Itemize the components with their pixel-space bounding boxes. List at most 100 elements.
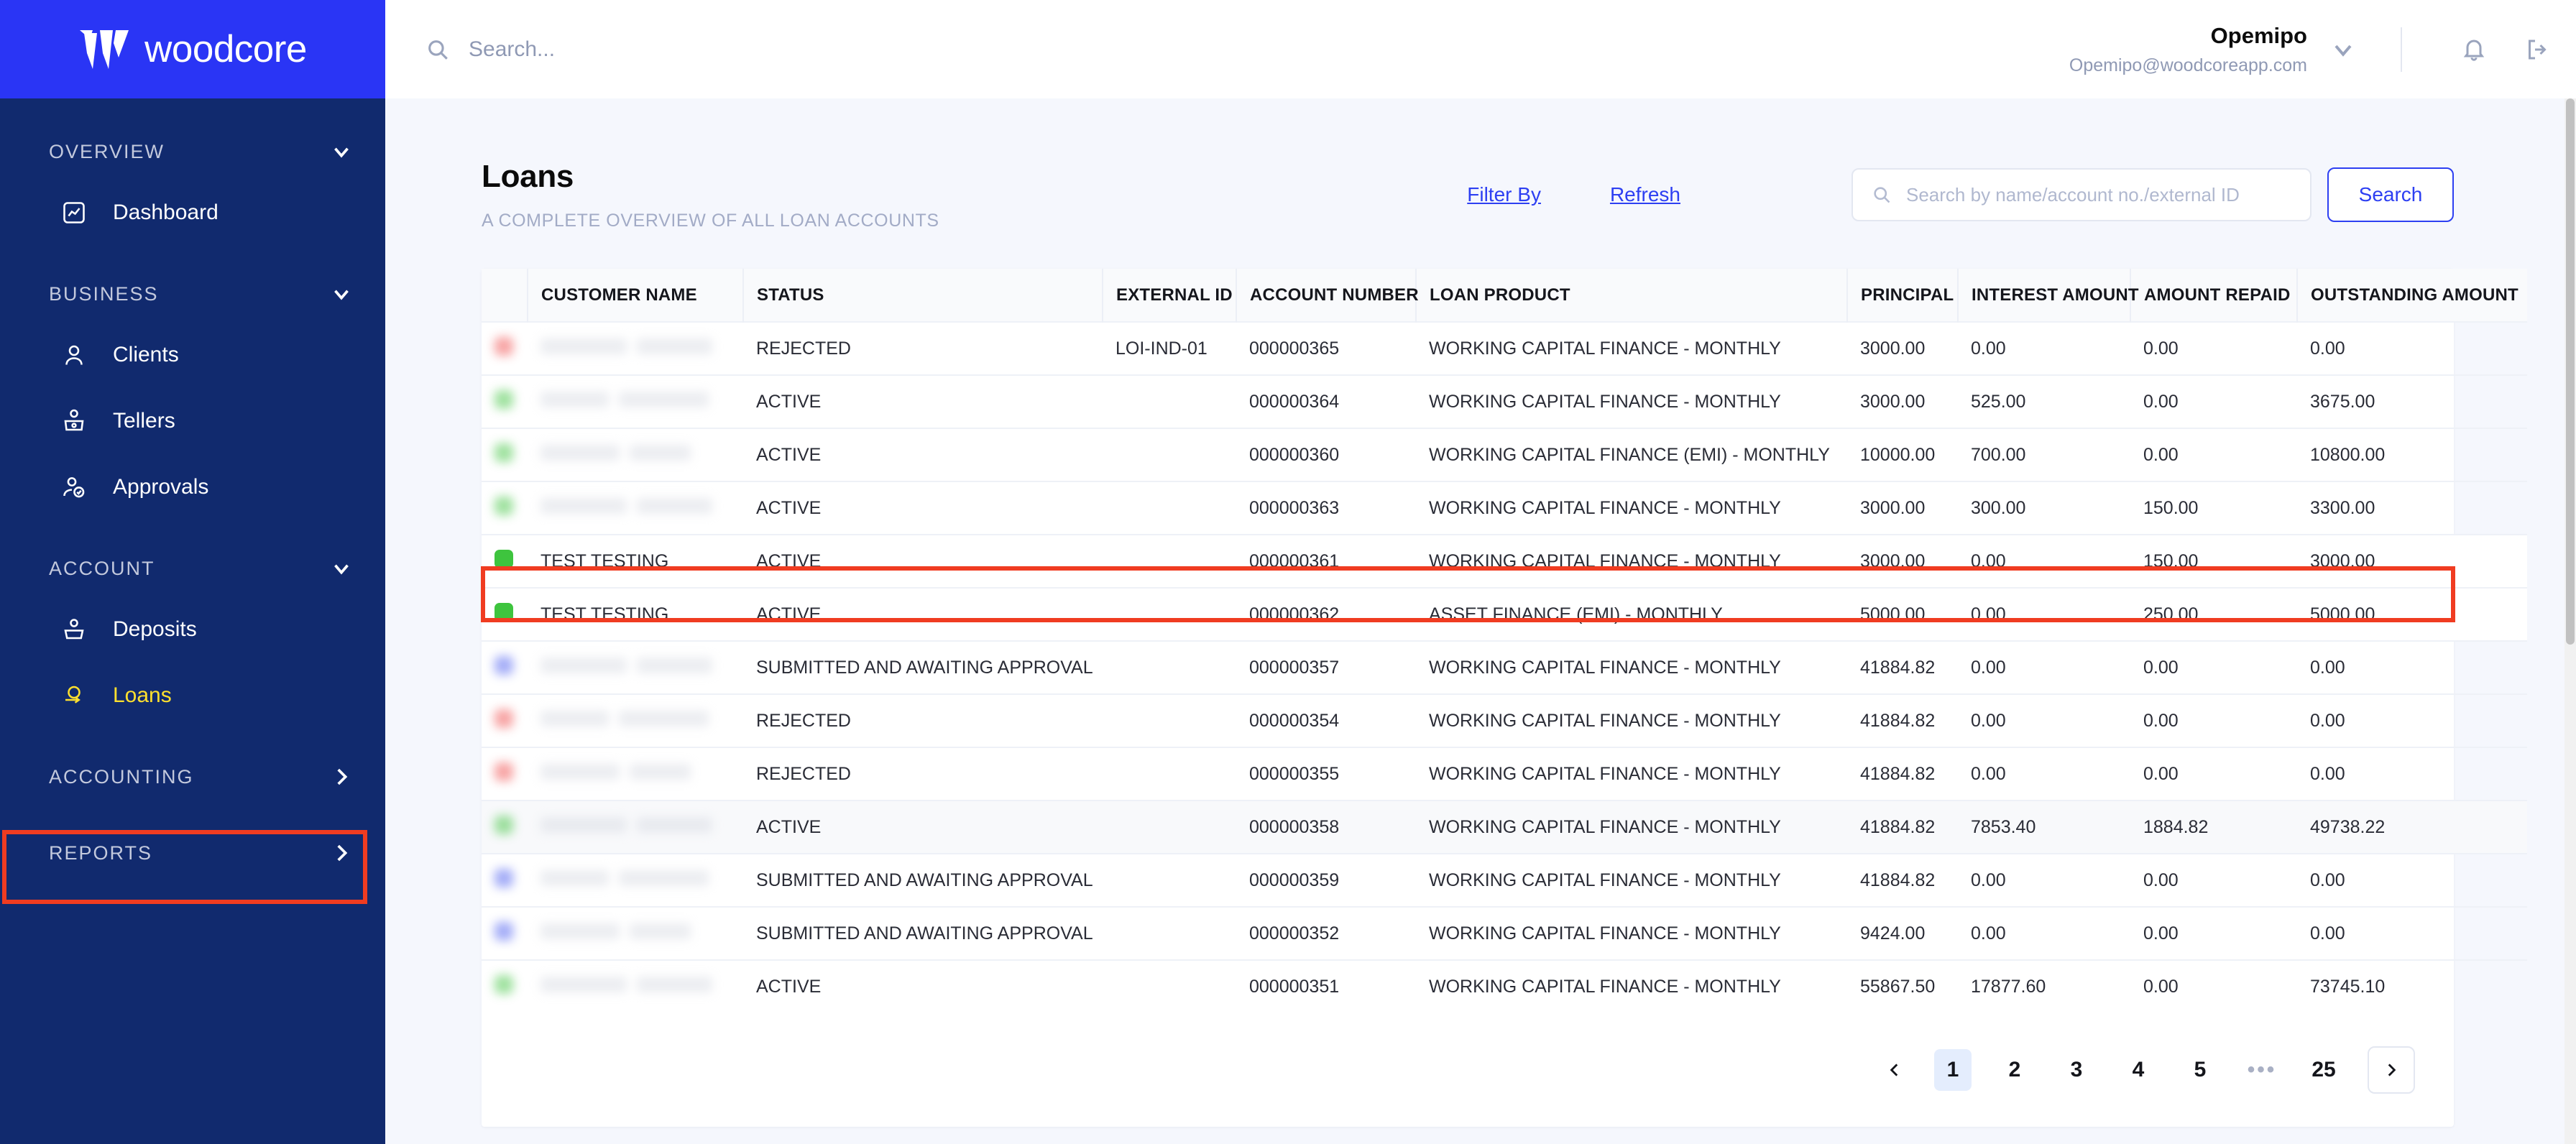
cell-loan-product: WORKING CAPITAL FINANCE - MONTHLY bbox=[1429, 977, 1781, 997]
cell-account-number: 000000360 bbox=[1249, 444, 1340, 465]
chevron-down-icon[interactable] bbox=[2329, 35, 2358, 64]
redacted-text bbox=[619, 869, 709, 886]
pagination-page-5[interactable]: 5 bbox=[2181, 1049, 2219, 1091]
sidebar-item-label: Dashboard bbox=[113, 200, 218, 224]
redacted-text bbox=[637, 338, 712, 354]
cell-amount-repaid: 0.00 bbox=[2143, 444, 2179, 465]
cell-amount-repaid: 250.00 bbox=[2130, 588, 2297, 641]
pagination-page-2[interactable]: 2 bbox=[1996, 1049, 2033, 1091]
user-email: Opemipo@woodcoreapp.com bbox=[2069, 55, 2307, 75]
cell-loan-product: WORKING CAPITAL FINANCE - MONTHLY bbox=[1429, 763, 1781, 784]
column-header: PRINCIPAL bbox=[1846, 269, 1958, 322]
cell-status: ACTIVE bbox=[756, 444, 822, 465]
divider bbox=[2401, 27, 2402, 72]
cell-external-id: LOI-IND-01 bbox=[1116, 338, 1208, 359]
cell-status: SUBMITTED AND AWAITING APPROVAL bbox=[756, 923, 1093, 944]
table-row[interactable]: ACTIVE 000000351 WORKING CAPITAL FINANCE -… bbox=[482, 960, 2527, 1013]
sidebar-section-overview[interactable]: OVERVIEW bbox=[0, 129, 385, 175]
sidebar-section-business[interactable]: BUSINESS bbox=[0, 271, 385, 317]
pagination-page-4[interactable]: 4 bbox=[2120, 1049, 2157, 1091]
status-dot-purple bbox=[494, 921, 513, 941]
cell-customer-name bbox=[528, 694, 743, 747]
cell-amount-repaid: 0.00 bbox=[2143, 657, 2179, 678]
chevron-left-icon bbox=[1890, 1064, 1898, 1076]
brand-name: woodcore bbox=[144, 28, 307, 70]
column-header: CUSTOMER NAME bbox=[527, 269, 743, 322]
pagination-next-button[interactable] bbox=[2368, 1046, 2415, 1094]
sidebar-section-reports[interactable]: REPORTS bbox=[0, 830, 385, 876]
cell-interest-amount: 0.00 bbox=[1958, 588, 2130, 641]
refresh-button[interactable]: Refresh bbox=[1610, 183, 1680, 206]
user-name: Opemipo bbox=[2210, 22, 2307, 48]
pagination-page-3[interactable]: 3 bbox=[2058, 1049, 2095, 1091]
table-row[interactable]: ACTIVE 000000363 WORKING CAPITAL FINANCE -… bbox=[482, 481, 2527, 535]
cell-customer-name bbox=[528, 428, 743, 481]
scrollbar-thumb[interactable] bbox=[2566, 98, 2575, 645]
page-header: Loans A COMPLETE OVERVIEW OF ALL LOAN AC… bbox=[385, 98, 2576, 231]
table-row[interactable]: ACTIVE 000000358 WORKING CAPITAL FINANCE -… bbox=[482, 801, 2527, 854]
table-row[interactable]: TEST TESTING ACTIVE 000000361 WORKING CAPIT… bbox=[482, 535, 2527, 588]
brand-logo[interactable]: woodcore bbox=[0, 0, 385, 98]
table-row[interactable]: SUBMITTED AND AWAITING APPROVAL 000000357… bbox=[482, 641, 2527, 694]
redacted-text bbox=[630, 444, 691, 461]
cell-interest-amount: 700.00 bbox=[1971, 444, 2026, 465]
cell-interest-amount: 0.00 bbox=[1971, 338, 2006, 359]
table-search-input[interactable] bbox=[1906, 183, 2291, 206]
app-root: woodcore OVERVIEW Dashboard BUSINESS Cli… bbox=[0, 0, 2576, 1144]
table-row[interactable]: REJECTED 000000355 WORKING CAPITAL FINANCE… bbox=[482, 747, 2527, 801]
sidebar-item-loans[interactable]: Loans bbox=[0, 668, 385, 724]
sidebar-item-deposits[interactable]: Deposits bbox=[0, 601, 385, 658]
filter-by-button[interactable]: Filter By bbox=[1467, 183, 1541, 206]
sidebar-item-dashboard[interactable]: Dashboard bbox=[0, 185, 385, 241]
table-row[interactable]: SUBMITTED AND AWAITING APPROVAL 000000359… bbox=[482, 854, 2527, 907]
logout-icon[interactable] bbox=[2524, 37, 2550, 63]
table-row[interactable]: TEST TESTING ACTIVE 000000362 ASSET FINANCE… bbox=[482, 588, 2527, 641]
sidebar-section-accounting[interactable]: ACCOUNTING bbox=[0, 754, 385, 800]
column-header: LOAN PRODUCT bbox=[1415, 269, 1847, 322]
table-search-box[interactable] bbox=[1852, 168, 2312, 221]
user-menu[interactable]: Opemipo Opemipo@woodcoreapp.com bbox=[2069, 20, 2550, 78]
global-search[interactable]: Search... bbox=[426, 37, 2069, 62]
table-header: CUSTOMER NAME STATUS EXTERNAL ID ACCOUNT NU… bbox=[482, 269, 2527, 322]
cell-account-number: 000000365 bbox=[1249, 338, 1340, 359]
sidebar-item-approvals[interactable]: Approvals bbox=[0, 459, 385, 515]
cell-loan-product: WORKING CAPITAL FINANCE - MONTHLY bbox=[1429, 338, 1781, 359]
pagination-page-1[interactable]: 1 bbox=[1934, 1049, 1972, 1091]
redacted-text bbox=[637, 816, 712, 833]
cell-loan-product: WORKING CAPITAL FINANCE (EMI) - MONTHLY bbox=[1429, 444, 1830, 465]
cell-principal: 41884.82 bbox=[1860, 816, 1936, 837]
status-dot-purple bbox=[494, 655, 513, 675]
redacted-text bbox=[630, 763, 691, 780]
cell-customer-name bbox=[528, 801, 743, 854]
status-indicator-cell bbox=[482, 801, 528, 854]
redacted-text bbox=[630, 923, 691, 939]
cell-status: ACTIVE bbox=[743, 588, 1103, 641]
dashboard-chart-icon bbox=[63, 202, 85, 223]
column-header: STATUS bbox=[742, 269, 1103, 322]
page-scrollbar[interactable] bbox=[2564, 98, 2576, 1144]
pagination-prev-button[interactable] bbox=[1876, 1049, 1913, 1091]
status-dot-green bbox=[494, 602, 513, 622]
status-indicator-cell bbox=[482, 588, 528, 641]
table-row[interactable]: ACTIVE 000000360 WORKING CAPITAL FINANCE (… bbox=[482, 428, 2527, 481]
table-row[interactable]: REJECTED 000000354 WORKING CAPITAL FINANCE… bbox=[482, 694, 2527, 747]
deposit-icon bbox=[64, 619, 84, 640]
bell-icon[interactable] bbox=[2461, 37, 2487, 63]
sidebar-item-tellers[interactable]: Tellers bbox=[0, 393, 385, 449]
cell-status: SUBMITTED AND AWAITING APPROVAL bbox=[756, 657, 1093, 678]
cell-principal: 55867.50 bbox=[1860, 977, 1936, 997]
sidebar-item-clients[interactable]: Clients bbox=[0, 327, 385, 383]
cell-external-id bbox=[1103, 747, 1236, 801]
search-button[interactable]: Search bbox=[2327, 167, 2454, 222]
status-dot-green bbox=[494, 815, 513, 834]
table-row[interactable]: ACTIVE 000000364 WORKING CAPITAL FINANCE -… bbox=[482, 375, 2527, 428]
cell-external-id bbox=[1103, 641, 1236, 694]
sidebar-section-account[interactable]: ACCOUNT bbox=[0, 545, 385, 591]
cell-amount-repaid: 0.00 bbox=[2143, 977, 2179, 997]
table-body: REJECTED LOI-IND-01 000000365 WORKING CAPIT… bbox=[482, 322, 2527, 1013]
table-row[interactable]: SUBMITTED AND AWAITING APPROVAL 000000352… bbox=[482, 907, 2527, 960]
pagination-page-25[interactable]: 25 bbox=[2305, 1049, 2342, 1091]
sidebar-section-label: ACCOUNT bbox=[49, 557, 155, 579]
cell-interest-amount: 300.00 bbox=[1971, 497, 2026, 518]
table-row[interactable]: REJECTED LOI-IND-01 000000365 WORKING CAPIT… bbox=[482, 322, 2527, 375]
